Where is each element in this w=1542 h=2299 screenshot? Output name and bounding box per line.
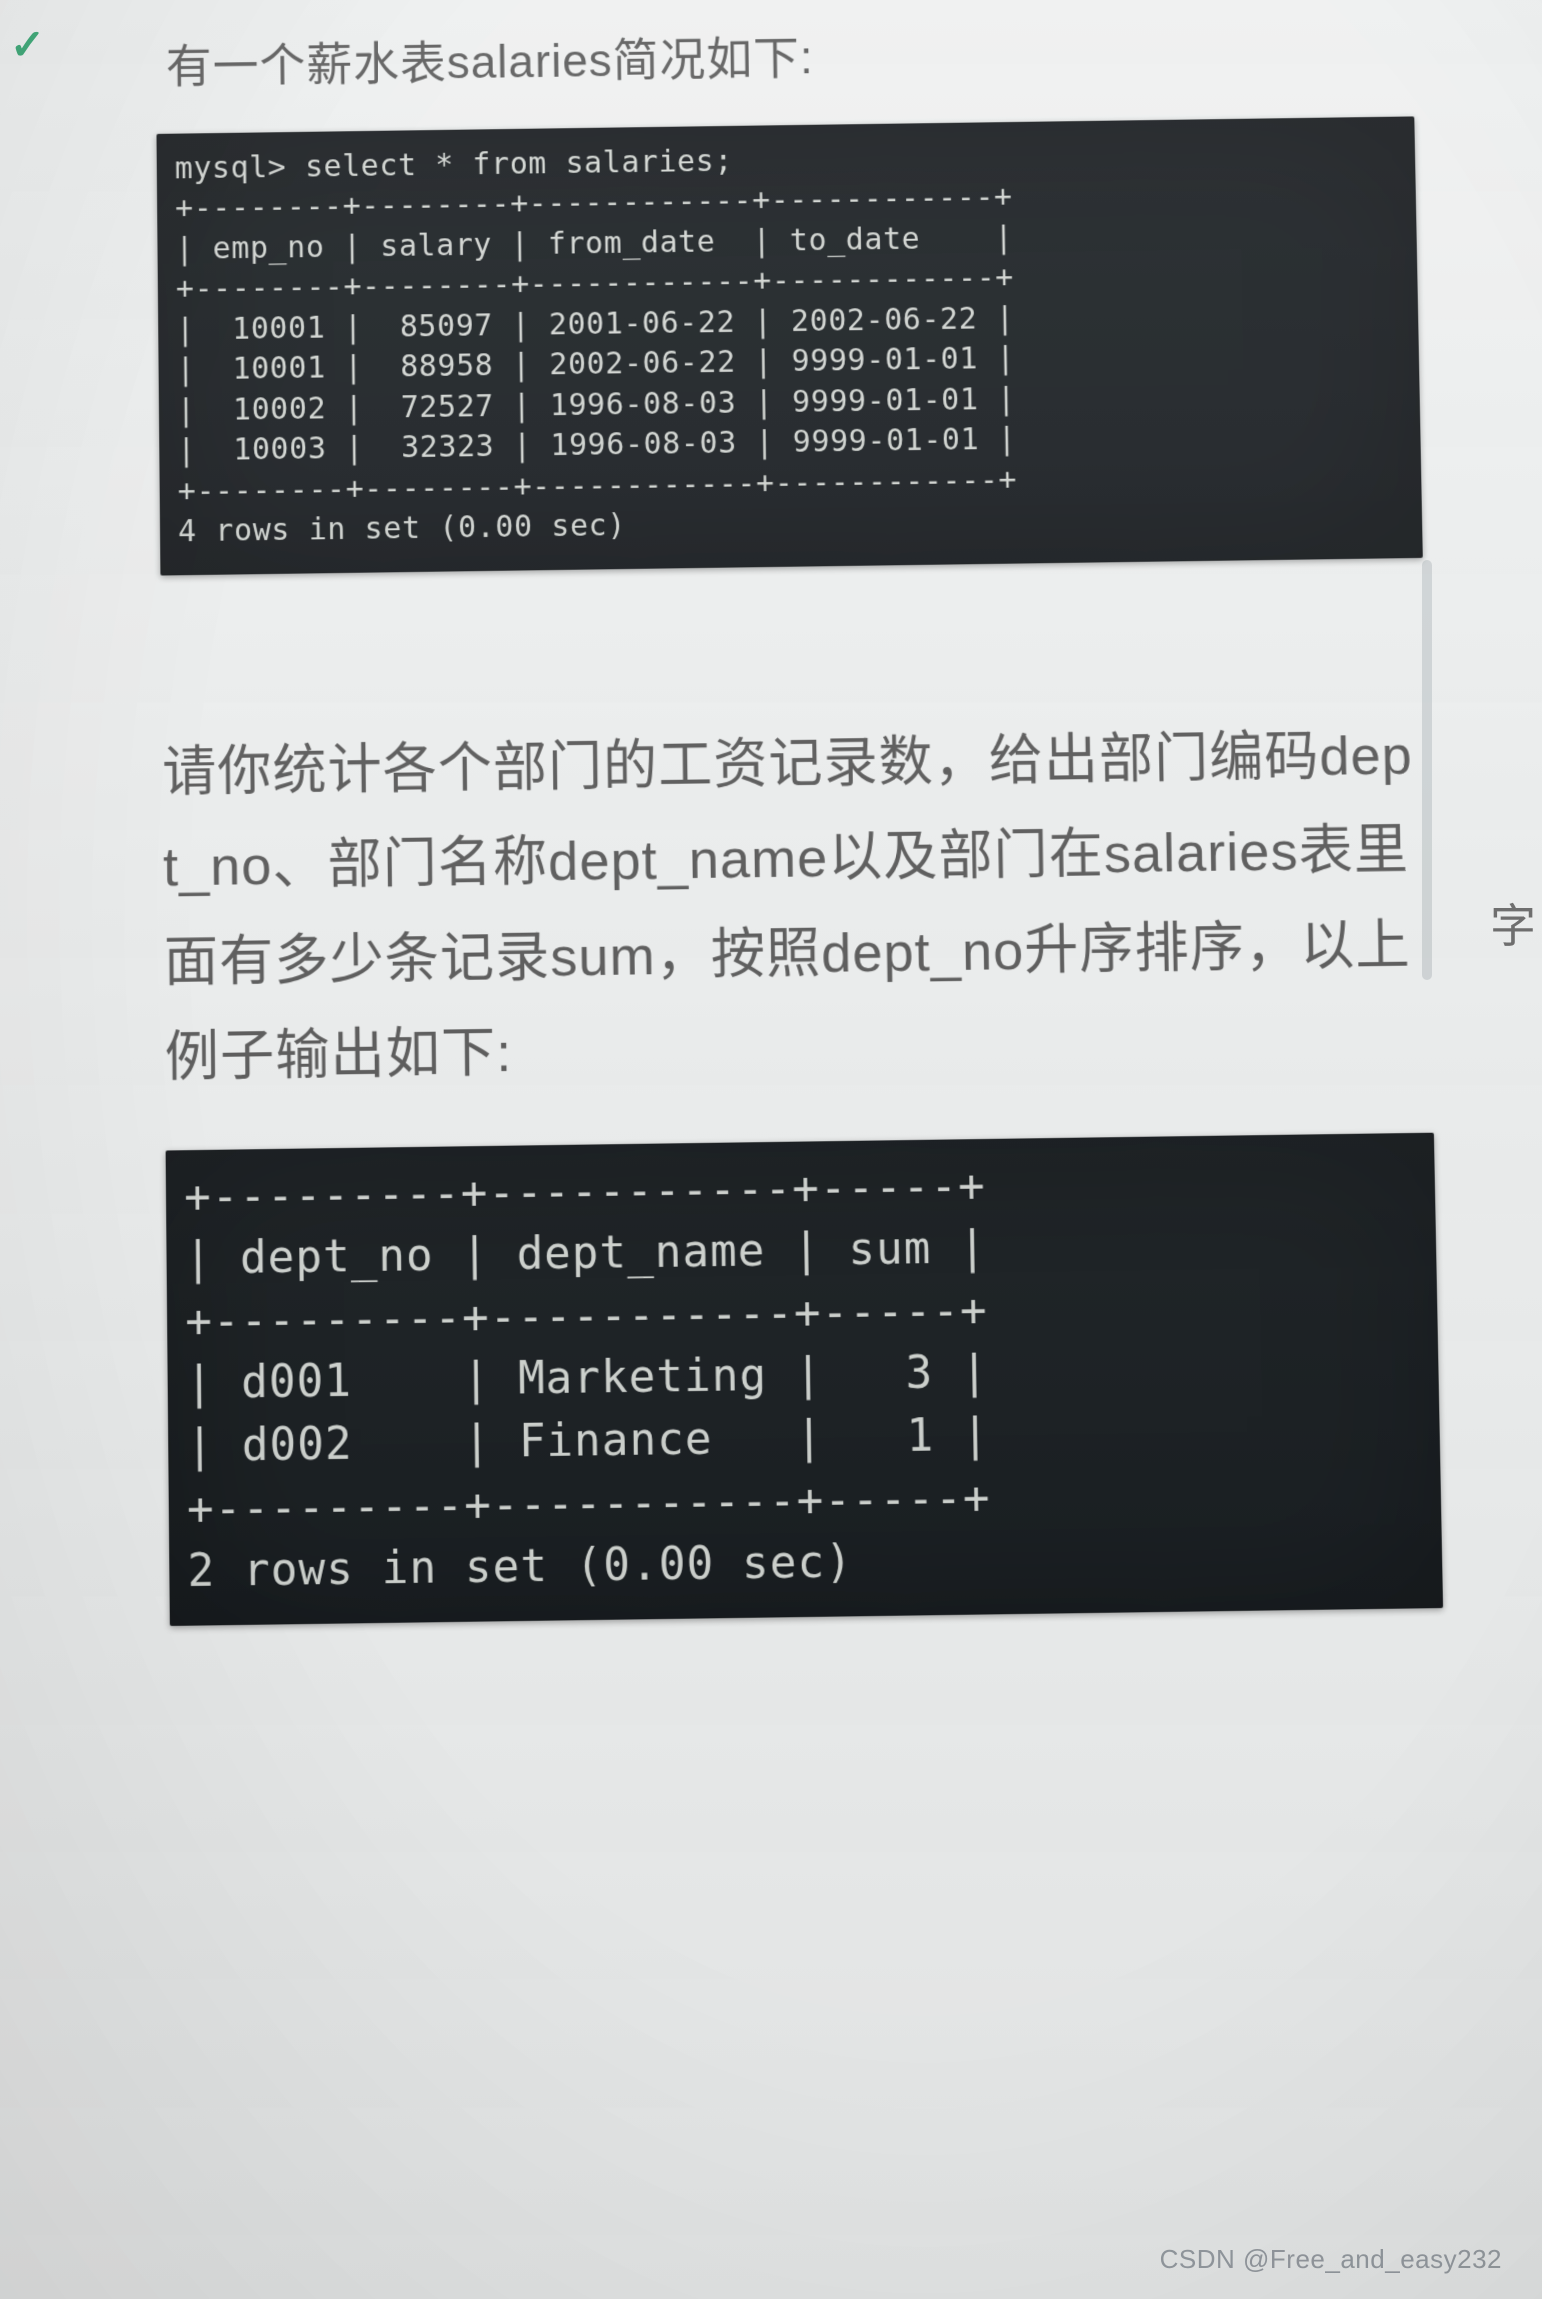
terminal-result: +---------+-----------+-----+ | dept_no … — [166, 1132, 1443, 1625]
page-content: 有一个薪水表salaries简况如下: mysql> select * from… — [0, 0, 1542, 1754]
question-text: 请你统计各个部门的工资记录数，给出部门编码dept_no、部门名称dept_na… — [162, 708, 1423, 1106]
intro-text: 有一个薪水表salaries简况如下: — [166, 13, 1414, 103]
watermark: CSDN @Free_and_easy232 — [1160, 2244, 1502, 2275]
terminal-salaries: mysql> select * from salaries; +--------… — [156, 116, 1422, 575]
